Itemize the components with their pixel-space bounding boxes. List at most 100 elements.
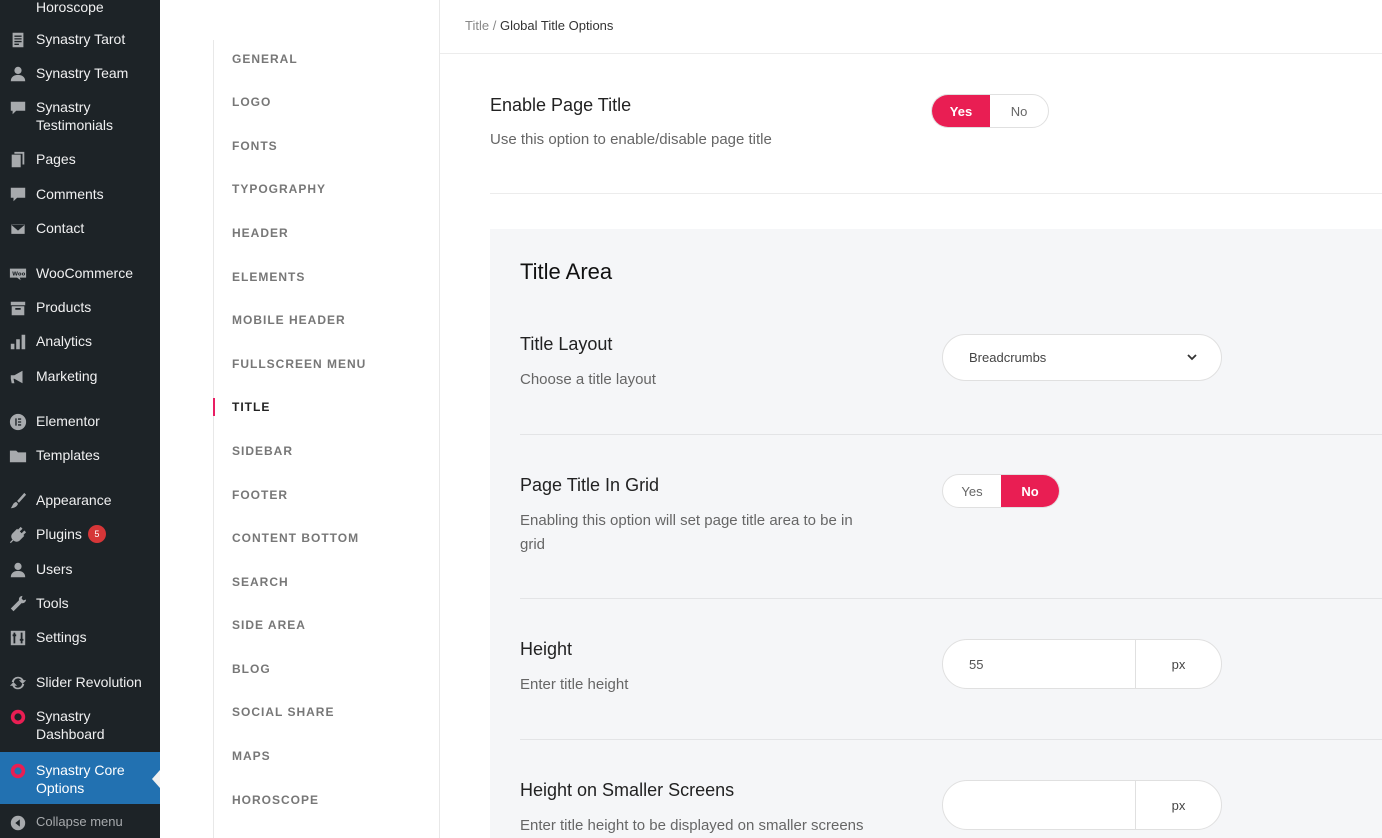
options-nav-maps[interactable]: MAPS — [232, 749, 271, 763]
synastry-logo-icon — [0, 707, 36, 726]
synastry-logo-icon — [0, 761, 36, 780]
menu-item-users[interactable]: Users — [0, 560, 160, 579]
menu-item-woocommerce[interactable]: Woo WooCommerce — [0, 264, 160, 283]
comments-icon — [0, 185, 36, 204]
menu-item-synastry-core-options[interactable]: Synastry Core Options — [0, 752, 160, 804]
height-smaller-screens-input[interactable] — [943, 781, 1135, 829]
options-nav-header[interactable]: HEADER — [232, 226, 289, 240]
menu-item-synastry-dashboard[interactable]: Synastry Dashboard — [0, 707, 160, 743]
menu-item-slider-revolution[interactable]: Slider Revolution — [0, 673, 160, 692]
plugin-icon — [0, 525, 36, 544]
document-icon — [0, 30, 36, 49]
paintbrush-icon — [0, 491, 36, 510]
enable-page-title-toggle: Yes No — [931, 94, 1049, 128]
menu-item-settings[interactable]: Settings — [0, 628, 160, 647]
options-nav-footer[interactable]: FOOTER — [232, 488, 288, 502]
title-layout-label: Title Layout — [520, 334, 613, 354]
menu-item-products[interactable]: Products — [0, 298, 160, 317]
menu-item-label: Settings — [36, 629, 87, 645]
menu-item-label: WooCommerce — [36, 265, 133, 281]
options-nav: GENERAL LOGO FONTS TYPOGRAPHY HEADER ELE… — [160, 0, 440, 838]
options-nav-typography[interactable]: TYPOGRAPHY — [232, 182, 326, 196]
height-input[interactable]: 55 — [943, 640, 1135, 688]
collapse-menu-label: Collapse menu — [36, 814, 123, 829]
menu-item-label: Marketing — [36, 368, 98, 384]
menu-item-label: Contact — [36, 220, 85, 236]
options-nav-general[interactable]: GENERAL — [232, 52, 298, 66]
menu-item-appearance[interactable]: Appearance — [0, 491, 160, 510]
megaphone-icon — [0, 367, 36, 386]
options-nav-sidebar[interactable]: SIDEBAR — [232, 444, 293, 458]
breadcrumb-parent[interactable]: Title — [465, 18, 489, 33]
options-nav-mobile-header[interactable]: MOBILE HEADER — [232, 313, 346, 327]
options-main-panel: Title / Global Title Options Enable Page… — [440, 0, 1382, 838]
options-nav-content-bottom[interactable]: CONTENT BOTTOM — [232, 531, 359, 545]
menu-item-label: Synastry Team — [36, 65, 129, 81]
elementor-icon — [0, 412, 36, 431]
current-menu-arrow — [152, 770, 160, 788]
menu-item-horoscope[interactable]: Horoscope — [0, 0, 160, 16]
title-layout-selected-value: Breadcrumbs — [969, 350, 1047, 365]
page-title-in-grid-toggle: Yes No — [942, 474, 1060, 508]
page-title-in-grid-yes[interactable]: Yes — [943, 475, 1001, 507]
svg-text:Woo: Woo — [12, 271, 25, 277]
divider — [520, 739, 1382, 740]
mail-icon — [0, 219, 36, 238]
collapse-arrow-icon — [0, 813, 36, 832]
menu-item-label: Tools — [36, 595, 69, 611]
breadcrumb-current: Global Title Options — [499, 18, 614, 33]
wrench-icon — [0, 594, 36, 613]
menu-item-pages[interactable]: Pages — [0, 150, 160, 169]
enable-page-title-yes[interactable]: Yes — [932, 95, 990, 127]
options-nav-side-area[interactable]: SIDE AREA — [232, 618, 306, 632]
refresh-icon — [0, 673, 36, 692]
options-nav-fullscreen-menu[interactable]: FULLSCREEN MENU — [232, 357, 366, 371]
menu-item-tools[interactable]: Tools — [0, 594, 160, 613]
plugin-update-count-badge: 5 — [87, 525, 106, 543]
options-nav-title[interactable]: TITLE — [232, 400, 270, 414]
menu-item-elementor[interactable]: Elementor — [0, 412, 160, 431]
enable-page-title-no[interactable]: No — [990, 95, 1048, 127]
enable-page-title-description: Use this option to enable/disable page t… — [490, 131, 772, 148]
title-area-heading: Title Area — [520, 259, 613, 284]
divider — [520, 598, 1382, 599]
breadcrumb-separator: / — [492, 18, 497, 33]
woocommerce-icon: Woo — [0, 264, 36, 283]
menu-item-marketing[interactable]: Marketing — [0, 367, 160, 386]
page-title-in-grid-description: Enabling this option will set page title… — [520, 512, 853, 553]
options-nav-social-share[interactable]: SOCIAL SHARE — [232, 705, 334, 719]
page-title-in-grid-no[interactable]: No — [1001, 475, 1059, 507]
menu-item-label: Synastry Core Options — [36, 762, 125, 796]
menu-item-label: Pages — [36, 151, 76, 167]
options-nav-logo[interactable]: LOGO — [232, 95, 271, 109]
collapse-menu-button[interactable]: Collapse menu — [0, 813, 160, 832]
menu-item-label-text: Plugins — [36, 526, 82, 542]
menu-item-analytics[interactable]: Analytics — [0, 332, 160, 351]
options-nav-fonts[interactable]: FONTS — [232, 139, 278, 153]
menu-item-label: Synastry Tarot — [36, 31, 126, 47]
menu-item-synastry-testimonials[interactable]: Synastry Testimonials — [0, 98, 150, 134]
chevron-down-icon — [1187, 354, 1197, 361]
menu-item-label: Templates — [36, 447, 100, 463]
height-unit: px — [1135, 640, 1221, 688]
menu-item-plugins[interactable]: Plugins 5 — [0, 525, 160, 544]
content-area: GENERAL LOGO FONTS TYPOGRAPHY HEADER ELE… — [160, 0, 1382, 838]
menu-item-label: Synastry Testimonials — [36, 99, 114, 133]
options-nav-horoscope[interactable]: HOROSCOPE — [232, 793, 319, 807]
active-nav-marker — [213, 398, 215, 416]
menu-item-synastry-tarot[interactable]: Synastry Tarot — [0, 30, 160, 49]
title-layout-select[interactable]: Breadcrumbs — [942, 334, 1222, 381]
menu-item-contact[interactable]: Contact — [0, 219, 160, 238]
options-nav-search[interactable]: SEARCH — [232, 575, 289, 589]
menu-item-comments[interactable]: Comments — [0, 185, 160, 204]
options-nav-blog[interactable]: BLOG — [232, 662, 271, 676]
menu-item-templates[interactable]: Templates — [0, 446, 160, 465]
menu-item-label: Analytics — [36, 333, 93, 349]
menu-item-synastry-team[interactable]: Synastry Team — [0, 64, 160, 83]
wp-admin-sidebar: Horoscope Synastry Tarot Synastry Team S… — [0, 0, 160, 838]
height-label: Height — [520, 639, 573, 659]
menu-item-label: Horoscope — [36, 0, 104, 15]
title-area-panel: Title Area Title Layout Choose a title l… — [490, 229, 1382, 838]
options-nav-elements[interactable]: ELEMENTS — [232, 270, 305, 284]
menu-item-label: Appearance — [36, 492, 112, 508]
